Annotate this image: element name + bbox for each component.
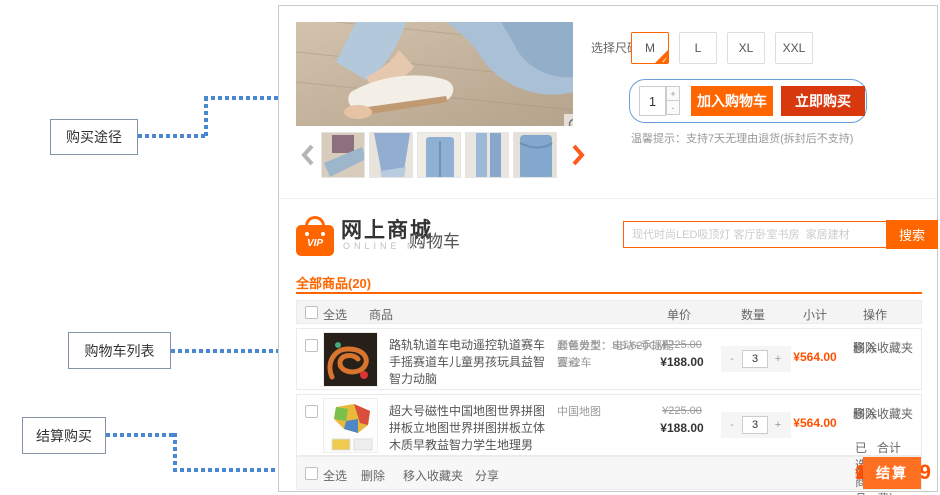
annotation-purchase-path-label: 购买途径 <box>66 127 122 147</box>
row2-price: ¥188.00 <box>649 421 715 435</box>
annotation-cart-list: 购物车列表 <box>68 332 171 369</box>
size-options: M L XL XXL <box>631 32 813 64</box>
cart-footer-bar: 全选 删除 移入收藏夹 分享 已选商品 6 件 合计（不含运费）： ¥ 1499… <box>296 456 922 490</box>
annotation-checkout: 结算购买 <box>22 417 106 454</box>
row2-quantity-stepper: - 3 + <box>721 412 791 438</box>
page-title: 购物车 <box>409 227 460 252</box>
annotation-checkout-label: 结算购买 <box>36 426 92 446</box>
footer-select-all-checkbox[interactable] <box>305 467 318 480</box>
arrow-checkout-seg2 <box>173 433 177 471</box>
row2-qty-minus[interactable]: - <box>726 416 738 434</box>
header-quantity: 数量 <box>741 306 765 323</box>
size-option-l[interactable]: L <box>679 32 717 64</box>
cart-row-2: 超大号磁性中国地图世界拼图拼板立地图世界拼图拼板立体木质早教益智力学生地理男 中… <box>296 394 922 456</box>
search-box <box>623 221 887 248</box>
footer-move-fav-link[interactable]: 移入收藏夹 <box>403 467 463 484</box>
row1-delete[interactable]: 删除 <box>853 339 877 358</box>
row2-title[interactable]: 超大号磁性中国地图世界拼图拼板立地图世界拼图拼板立体木质早教益智力学生地理男 <box>389 403 551 454</box>
row1-price: ¥188.00 <box>649 355 715 369</box>
annotation-cart-list-label: 购物车列表 <box>85 341 155 361</box>
row2-qty-value[interactable]: 3 <box>742 416 768 434</box>
size-option-m[interactable]: M <box>631 32 669 64</box>
product-photo <box>296 22 573 126</box>
thumbnail-strip <box>321 132 559 178</box>
row1-checkbox[interactable] <box>305 339 318 352</box>
cart-section-title: 全部商品(20) <box>296 273 371 292</box>
row1-qty-minus[interactable]: - <box>726 350 738 368</box>
search-input[interactable] <box>624 222 886 247</box>
quantity-minus-button[interactable]: - <box>666 100 680 115</box>
thumbnails-next-icon[interactable] <box>571 144 585 166</box>
header-select-all-label: 全选 <box>323 306 347 323</box>
thumbnails-prev-icon[interactable] <box>301 144 315 166</box>
cart-row-1: 路轨轨道车电动遥控轨道赛车手摇赛道车儿童男孩玩具益智智力动脑 套餐类型：电动+手… <box>296 328 922 390</box>
row2-subtotal: ¥564.00 <box>783 416 847 430</box>
arrow-checkout-seg1 <box>106 433 176 437</box>
screenshot-root: 购买途径 购物车列表 结算购买 <box>0 0 940 495</box>
thumbnail-3[interactable] <box>417 132 461 178</box>
row2-checkbox[interactable] <box>305 405 318 418</box>
zoom-magnifier-icon[interactable] <box>564 114 573 126</box>
row1-original-price: ¥225.00 <box>649 339 715 351</box>
buy-now-button[interactable]: 立即购买 <box>781 86 865 116</box>
arrow-purchase-path-seg1 <box>138 134 208 138</box>
header-select-all-checkbox[interactable] <box>305 306 318 319</box>
size-option-xxl[interactable]: XXL <box>775 32 813 64</box>
header-unit-price: 单价 <box>667 306 691 323</box>
thumbnail-4[interactable] <box>465 132 509 178</box>
add-to-cart-button[interactable]: 加入购物车 <box>691 86 773 116</box>
cart-section-rule <box>296 292 922 294</box>
size-option-xl[interactable]: XL <box>727 32 765 64</box>
thumbnail-2[interactable] <box>369 132 413 178</box>
footer-delete-link[interactable]: 删除 <box>361 467 385 484</box>
section-divider <box>279 198 937 199</box>
arrow-purchase-path-seg2 <box>204 97 208 137</box>
checkout-button[interactable]: 结算 <box>863 457 921 489</box>
row1-qty-value[interactable]: 3 <box>742 350 768 368</box>
product-main-image <box>296 22 573 126</box>
quantity-stepper: + - <box>666 86 680 116</box>
quantity-plus-button[interactable]: + <box>666 86 680 101</box>
search-button[interactable]: 搜索 <box>886 220 938 249</box>
row2-delete[interactable]: 删除 <box>853 405 877 424</box>
header-actions: 操作 <box>863 306 887 323</box>
footer-select-all-label[interactable]: 全选 <box>323 467 347 484</box>
page-panel: 选择尺码: M L XL XXL + - 加入购物车 立即购买 温馨提示：支持7… <box>278 5 938 492</box>
thumbnail-5[interactable] <box>513 132 557 178</box>
row2-product-image <box>323 398 378 453</box>
row1-product-image <box>323 332 378 387</box>
annotation-purchase-path: 购买途径 <box>50 119 138 155</box>
return-policy-tip: 温馨提示：支持7天无理由退货(拆封后不支持) <box>631 130 853 146</box>
cart-table-header: 全选 商品 单价 数量 小计 操作 <box>296 300 922 324</box>
arrow-cart-list-seg1 <box>171 349 293 353</box>
quantity-input[interactable] <box>639 86 666 116</box>
thumbnail-1[interactable] <box>321 132 365 178</box>
row1-subtotal: ¥564.00 <box>783 350 847 364</box>
row2-original-price: ¥225.00 <box>649 405 715 417</box>
header-product: 商品 <box>369 306 393 323</box>
row1-quantity-stepper: - 3 + <box>721 346 791 372</box>
mall-logo-icon: VIP <box>296 216 334 256</box>
header-subtotal: 小计 <box>803 306 827 323</box>
row1-title[interactable]: 路轨轨道车电动遥控轨道赛车手摇赛道车儿童男孩玩具益智智力动脑 <box>389 337 551 388</box>
footer-share-link[interactable]: 分享 <box>475 467 499 484</box>
